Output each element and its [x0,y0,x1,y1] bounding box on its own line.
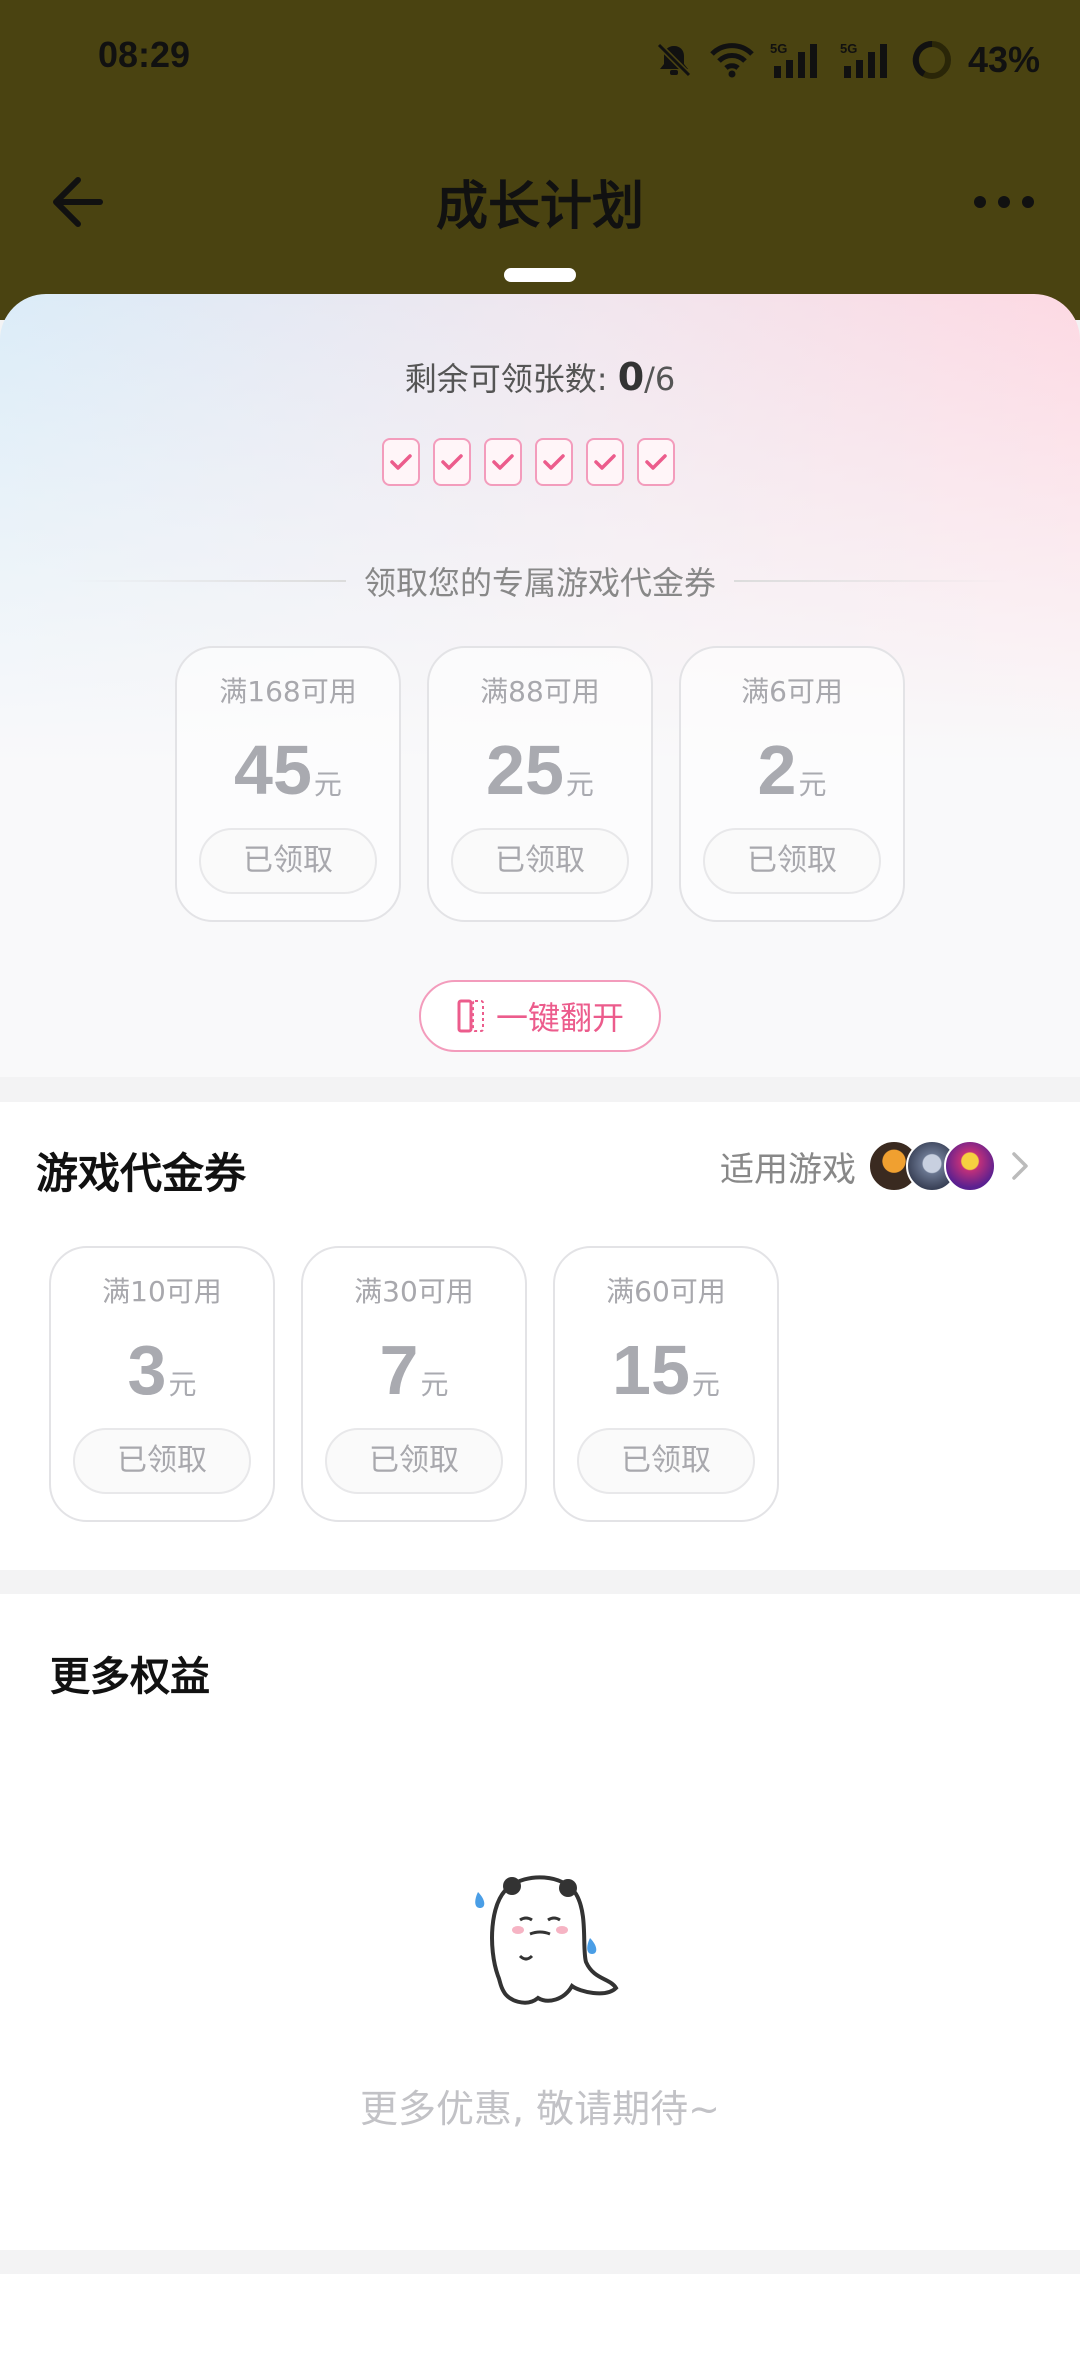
coupon-condition: 满60可用 [606,1275,726,1308]
wifi-icon [710,43,754,78]
claimed-slot [382,438,420,486]
check-icon [645,454,667,470]
coupon-card[interactable]: 满168可用 45元 已领取 [175,646,401,922]
section-title: 更多权益 [50,1654,210,1700]
remaining-number: 0 [617,355,645,399]
battery-percent: 43% [967,39,1040,80]
flip-card-icon [457,999,484,1033]
coupon-claimed-button[interactable]: 已领取 [451,828,629,894]
sheet-handle[interactable] [504,268,576,282]
check-icon [441,454,463,470]
coupon-amount: 2元 [757,731,827,809]
remaining-label: 剩余可领张数: [404,360,618,398]
game-avatars [868,1140,996,1192]
divider-text: 领取您的专属游戏代金券 [364,564,717,602]
flip-all-label: 一键翻开 [495,999,624,1037]
coupon-claimed-button[interactable]: 已领取 [577,1428,755,1494]
status-time: 08:29 [98,34,191,75]
growth-plan-sheet: 剩余可领张数: 0/6 领取您的专属游戏代金券 满168可用 45元 已领取 满… [0,294,1080,1077]
coupon-amount: 15元 [612,1331,720,1409]
check-icon [492,454,514,470]
check-icon [543,454,565,470]
coupon-condition: 满6可用 [741,675,843,708]
applicable-games-label: 适用游戏 [720,1149,856,1190]
flip-all-button[interactable]: 一键翻开 [419,980,661,1052]
top-bar: 08:29 5G 5G 43% 成长计划 [0,0,1080,320]
coupon-card[interactable]: 满60可用 15元 已领取 [553,1246,779,1522]
svg-text:5G: 5G [770,41,787,56]
signal-5g-icon: 5G [840,41,887,78]
claimed-slot [586,438,624,486]
claimed-slot [433,438,471,486]
more-button[interactable] [974,190,1034,214]
growth-coupon-row: 满168可用 45元 已领取 满88可用 25元 已领取 满6可用 2元 已领取 [175,646,905,922]
more-dots-icon [974,196,986,208]
ghost-mascot-icon [475,1875,619,2005]
claimed-slot [535,438,573,486]
remaining-total: /6 [644,360,676,398]
empty-state-text: 更多优惠, 敬请期待~ [360,2087,720,2131]
section-divider: 领取您的专属游戏代金券 [70,556,1011,606]
claimed-slot [484,438,522,486]
coupon-claimed-button[interactable]: 已领取 [199,828,377,894]
check-icon [594,454,616,470]
coupon-claimed-button[interactable]: 已领取 [703,828,881,894]
bottom-section [0,2274,1080,2374]
coupon-claimed-button[interactable]: 已领取 [73,1428,251,1494]
coupon-card[interactable]: 满88可用 25元 已领取 [427,646,653,922]
coupon-card[interactable]: 满6可用 2元 已领取 [679,646,905,922]
coupon-card[interactable]: 满30可用 7元 已领取 [301,1246,527,1522]
claimed-slot [637,438,675,486]
svg-text:5G: 5G [840,41,857,56]
game-avatar [944,1140,996,1192]
chevron-right-icon [1012,1152,1028,1180]
status-bar: 08:29 5G 5G 43% [0,0,1080,120]
nav-bar: 成长计划 [0,150,1080,250]
bell-muted-icon [656,42,692,78]
section-title: 游戏代金券 [36,1149,247,1198]
remaining-count: 剩余可领张数: 0/6 [0,354,1080,400]
coupon-amount: 45元 [234,731,342,809]
claimed-slots [382,438,675,486]
battery-ring-icon [912,40,951,79]
coupon-condition: 满10可用 [102,1275,222,1308]
status-icons: 5G 5G 43% [654,32,1040,88]
coupon-amount: 3元 [127,1331,197,1409]
signal-5g-icon: 5G [770,41,817,78]
game-coupon-row: 满10可用 3元 已领取 满30可用 7元 已领取 满60可用 15元 已领取 [49,1246,779,1522]
check-icon [390,454,412,470]
coupon-condition: 满88可用 [480,675,600,708]
coupon-condition: 满30可用 [354,1275,474,1308]
coupon-amount: 7元 [379,1331,449,1409]
more-benefits-section: 更多权益 更多优惠, 敬请期待~ [0,1594,1080,2250]
game-voucher-section: 游戏代金券 适用游戏 满10可用 3元 已领取 满30可用 7元 已领取 满60… [0,1102,1080,1570]
page-title: 成长计划 [435,177,644,237]
coupon-amount: 25元 [486,731,594,809]
coupon-condition: 满168可用 [219,675,357,708]
coupon-claimed-button[interactable]: 已领取 [325,1428,503,1494]
coupon-card[interactable]: 满10可用 3元 已领取 [49,1246,275,1522]
applicable-games-link[interactable]: 适用游戏 [720,1136,1034,1196]
